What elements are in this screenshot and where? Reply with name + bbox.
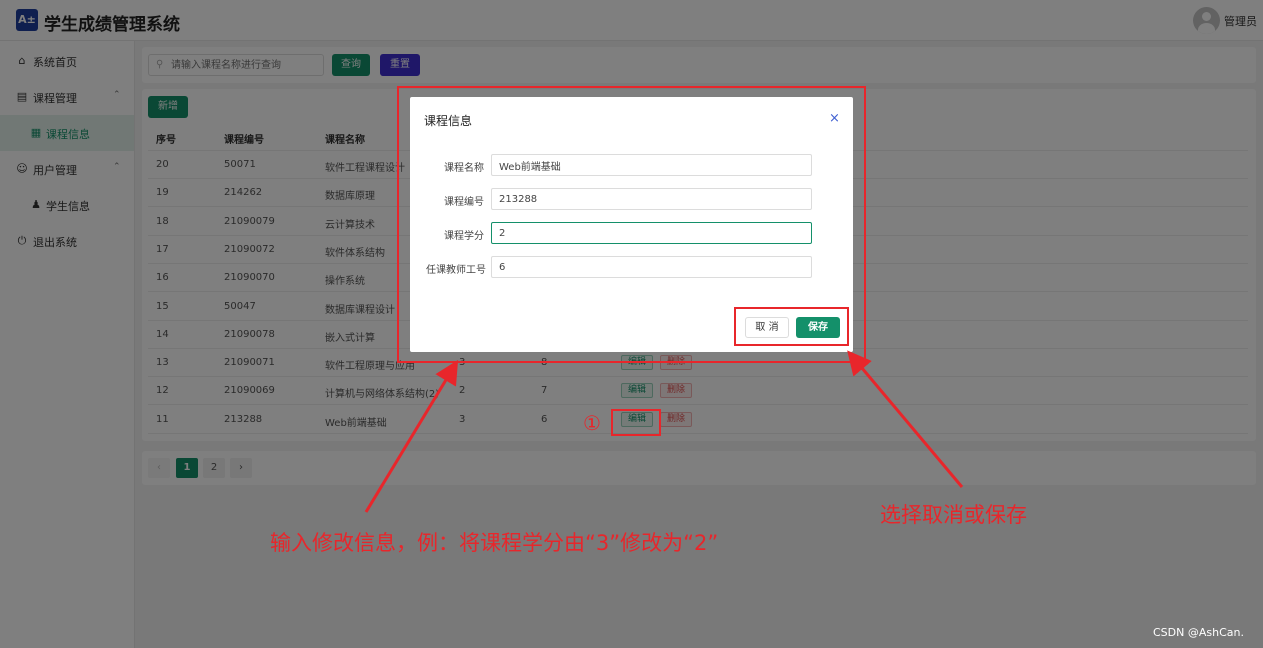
annotation-box-edit: [611, 409, 661, 436]
save-hint-text: 选择取消或保存: [880, 503, 1027, 527]
watermark: CSDN @AshCan.: [1153, 626, 1244, 639]
annotation-box-buttons: [734, 307, 849, 346]
step-marker: ①: [583, 411, 601, 435]
edit-hint-text: 输入修改信息，例：将课程学分由“3”修改为“2”: [270, 531, 719, 555]
